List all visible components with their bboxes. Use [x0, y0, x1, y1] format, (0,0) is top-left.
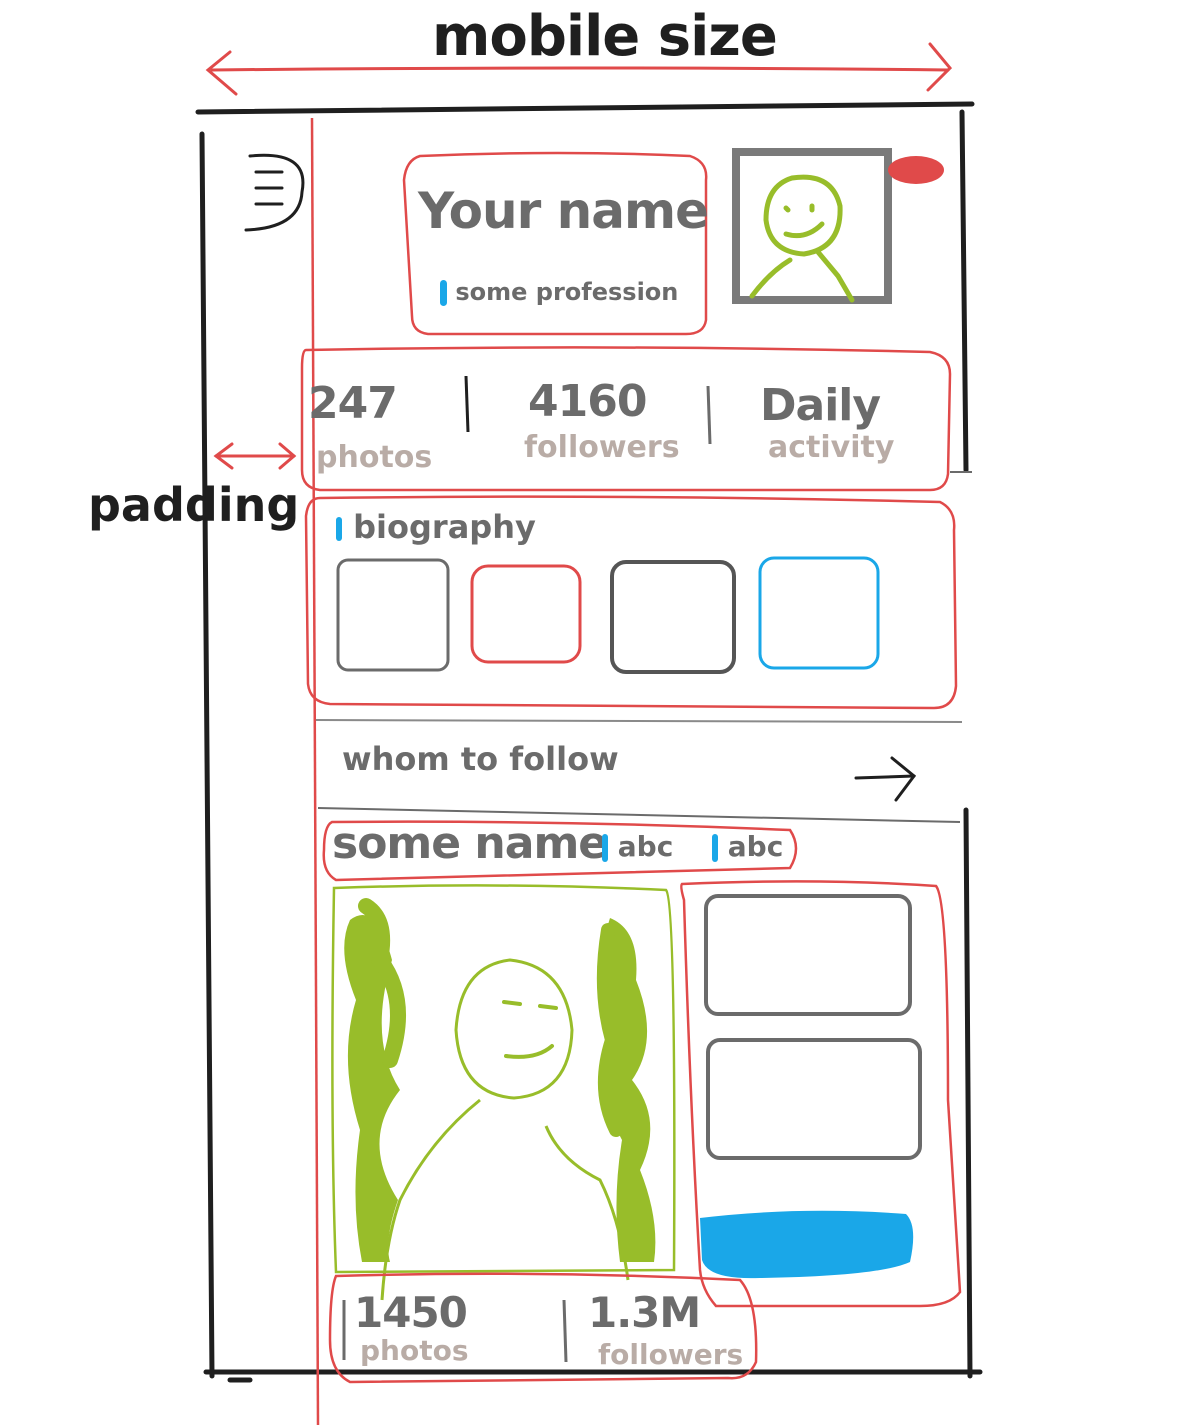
- biography-heading: biography: [336, 508, 536, 546]
- suggestion-followers-label: followers: [598, 1338, 744, 1371]
- content-left-edge: [310, 117, 320, 1426]
- suggestion-photo-figure: [344, 898, 656, 1301]
- arrow-right-icon[interactable]: [854, 756, 917, 802]
- biography-label: biography: [353, 508, 536, 546]
- menu-icon[interactable]: [244, 153, 305, 232]
- stats-divider: [706, 385, 712, 445]
- suggestion-side-thumb[interactable]: [704, 894, 912, 1016]
- stats-divider: [464, 375, 470, 433]
- profile-name: Your name: [418, 182, 709, 240]
- accent-icon: [712, 834, 718, 862]
- suggestion-tag: abc: [602, 830, 673, 863]
- accent-icon: [336, 517, 342, 541]
- stat-followers-label: followers: [524, 430, 680, 465]
- padding-annotation: padding: [88, 478, 300, 532]
- profile-profession-text: some profession: [455, 278, 679, 306]
- suggestion-tag: abc: [712, 830, 783, 863]
- biography-thumb[interactable]: [610, 560, 736, 674]
- notification-badge[interactable]: [888, 156, 944, 184]
- suggestion-side-thumb[interactable]: [706, 1038, 922, 1160]
- padding-arrow: [213, 442, 297, 470]
- suggestion-photos-label: photos: [360, 1334, 469, 1367]
- suggestion-name[interactable]: some name: [332, 818, 608, 869]
- suggestion-tag-text: abc: [617, 830, 674, 863]
- accent-icon: [440, 280, 447, 306]
- biography-thumb[interactable]: [758, 556, 880, 670]
- profile-profession: some profession: [440, 278, 678, 306]
- stat-photos-value: 247: [308, 378, 398, 429]
- suggestion-followers-value: 1.3M: [588, 1288, 701, 1337]
- follow-button[interactable]: [700, 1210, 914, 1279]
- biography-thumb[interactable]: [470, 564, 582, 664]
- stat-activity-label: activity: [768, 430, 895, 465]
- suggestion-photos-value: 1450: [354, 1288, 468, 1337]
- separator: [315, 719, 963, 723]
- suggestion-tag-text: abc: [727, 830, 784, 863]
- whom-to-follow-heading[interactable]: whom to follow: [342, 740, 619, 778]
- mobile-size-annotation: mobile size: [432, 4, 778, 69]
- stats-divider: [562, 1299, 568, 1363]
- biography-thumb[interactable]: [336, 558, 450, 672]
- accent-icon: [602, 834, 608, 862]
- name-box-outline: [402, 151, 708, 336]
- stat-activity-value: Daily: [760, 380, 881, 431]
- avatar-figure: [749, 174, 855, 303]
- stat-photos-label: photos: [316, 440, 433, 475]
- stat-followers-value: 4160: [528, 376, 647, 427]
- avatar-frame: [732, 148, 892, 304]
